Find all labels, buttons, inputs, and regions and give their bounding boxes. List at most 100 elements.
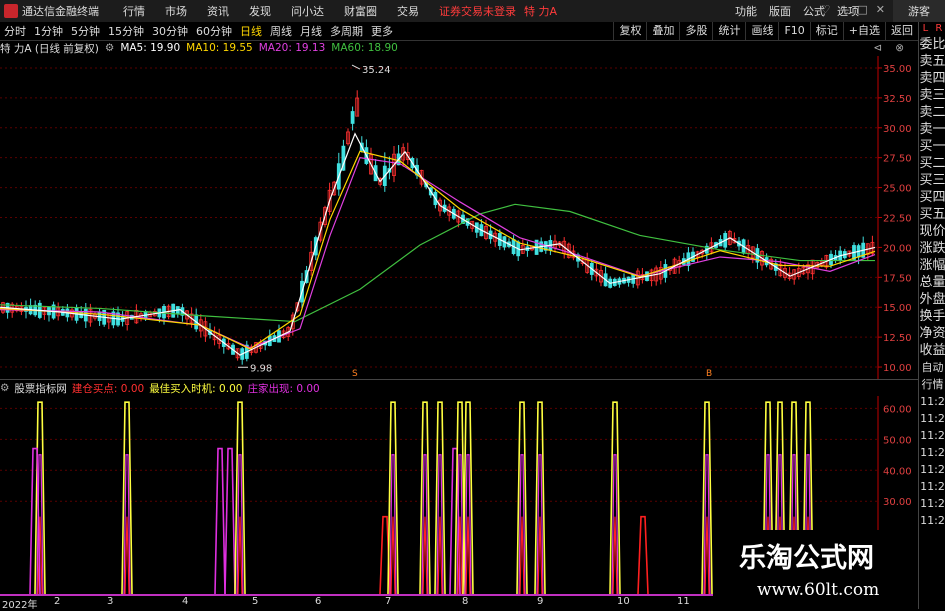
price-tick-label: 25.00 [883, 184, 912, 195]
quote-field-label: 11:2 [920, 497, 945, 510]
menu-zixun[interactable]: 资讯 [197, 3, 239, 19]
tab-daily[interactable]: 日线 [236, 23, 266, 39]
panel-l-tab[interactable]: L [923, 22, 929, 36]
ma60-label: MA60: 18.90 [331, 42, 398, 54]
huaxian-button[interactable]: 画线 [745, 22, 778, 40]
time-tick: 2 [54, 596, 61, 607]
back-button[interactable]: 返回 [885, 22, 918, 40]
menu-jiaoyi[interactable]: 交易 [387, 3, 429, 19]
indicator-spike [516, 401, 528, 594]
quote-field-label: 11:2 [920, 480, 945, 493]
indicator-tick-label: 30.00 [883, 497, 912, 508]
tab-60min[interactable]: 60分钟 [192, 23, 236, 39]
price-tick-label: 12.50 [883, 333, 912, 344]
watermark-url: www.60lt.com [757, 580, 880, 600]
indicator-spike-inner [704, 516, 710, 594]
indicator-spike [609, 401, 621, 594]
price-tick-label: 20.00 [883, 243, 912, 254]
indicator-spike-inner [612, 516, 618, 594]
close-icon[interactable]: ✕ [876, 3, 885, 16]
sell-marker: S [352, 369, 358, 379]
price-tick-label: 22.50 [883, 214, 912, 225]
diejia-button[interactable]: 叠加 [646, 22, 679, 40]
stock-title: 特 力A [524, 5, 558, 18]
tab-fenshi[interactable]: 分时 [0, 23, 30, 39]
indicator-spike-inner [390, 516, 396, 594]
tab-monthly[interactable]: 月线 [296, 23, 326, 39]
indicator-tick-label: 50.00 [883, 435, 912, 446]
quote-field-label: 买一 [919, 139, 945, 154]
price-info-bar: 特 力A (日线 前复权) ⚙ MA5: 19.90 MA10: 19.55 M… [0, 40, 918, 56]
menu-wenxiaoda[interactable]: 问小达 [281, 3, 334, 19]
quote-field-label: 卖二 [919, 105, 945, 120]
quote-field-label: 收益 [919, 343, 945, 358]
price-tick-label: 17.50 [883, 273, 912, 284]
quote-field-label: 11:2 [920, 429, 945, 442]
price-tick-label: 27.50 [883, 154, 912, 165]
time-tick: 10 [617, 596, 630, 607]
indicator-spike-inner [437, 516, 443, 594]
quote-field-label: 现价 [919, 224, 945, 239]
quote-field-label: 11:2 [920, 395, 945, 408]
minimize-icon[interactable]: — [838, 3, 849, 16]
biaoji-button[interactable]: 标记 [809, 22, 843, 40]
maximize-icon[interactable]: □ [857, 3, 867, 16]
guest-button[interactable]: 游客 [893, 0, 945, 22]
fuquan-button[interactable]: 复权 [613, 22, 646, 40]
indicator-spike-inner [465, 516, 471, 594]
f10-button[interactable]: F10 [778, 22, 809, 40]
indicator-spike [434, 401, 446, 594]
share-icon[interactable]: ⊲ [873, 42, 882, 54]
price-tick-label: 32.50 [883, 94, 912, 105]
indicator-tick-label: 60.00 [883, 404, 912, 415]
tab-30min[interactable]: 30分钟 [148, 23, 192, 39]
duogu-button[interactable]: 多股 [679, 22, 712, 40]
menu-hangqing[interactable]: 行情 [113, 3, 155, 19]
quote-field-label: 涨幅 [919, 258, 945, 273]
tab-15min[interactable]: 15分钟 [104, 23, 148, 39]
menu-shichang[interactable]: 市场 [155, 3, 197, 19]
quote-field-label: 11:2 [920, 412, 945, 425]
menu-banmian[interactable]: 版面 [763, 3, 797, 19]
add-watchlist-button[interactable]: +自选 [842, 22, 885, 40]
pin-icon[interactable]: ♡ [821, 3, 831, 16]
quote-field-label: 自动 [921, 361, 944, 374]
window-buttons: ♡ — □ ✕ [821, 3, 886, 16]
time-tick: 4 [182, 596, 189, 607]
indicator-settings-icon[interactable]: ⚙ [0, 382, 9, 394]
quote-field-label: 卖四 [919, 71, 945, 86]
quote-field-list: 委比 卖五 卖四 卖三 卖二 卖一 买一 买二 买三 买四 买五 现价 涨跌 涨幅 总量 外盘 换手 净资 收益 自动… [919, 36, 945, 529]
tab-more[interactable]: 更多 [367, 23, 397, 39]
quote-field-label: 净资 [919, 326, 945, 341]
tab-weekly[interactable]: 周线 [266, 23, 296, 39]
candlestick-chart[interactable]: 35.00 32.50 30.00 27.50 25.00 22.50 20.00 17.50… [0, 56, 918, 379]
close-chart-icon[interactable]: ⊗ [895, 42, 904, 54]
menu-faxian[interactable]: 发现 [239, 3, 281, 19]
time-tick: 3 [107, 596, 114, 607]
time-tick: 11 [677, 596, 690, 607]
quote-field-label: 行情 [921, 378, 944, 391]
candle-body [350, 111, 355, 124]
tab-multiperiod[interactable]: 多周期 [326, 23, 367, 39]
watermark-title: 乐淘公式网 [739, 543, 874, 574]
tab-1min[interactable]: 1分钟 [30, 23, 67, 39]
menu-caifuquan[interactable]: 财富圈 [334, 3, 387, 19]
quote-field-label: 买二 [919, 156, 945, 171]
indicator-spike [534, 401, 546, 594]
price-tick-label: 30.00 [883, 124, 912, 135]
indicator-a-label: 建仓买点: 0.00 [71, 382, 145, 395]
quote-field-label: 换手 [919, 309, 945, 324]
settings-icon[interactable]: ⚙ [105, 42, 114, 54]
login-notice[interactable]: 证券交易未登录 [439, 3, 516, 19]
time-tick: 5 [252, 596, 259, 607]
indicator-spike [701, 401, 713, 594]
panel-r-tab[interactable]: R [935, 22, 942, 36]
indicator-b-label: 最佳买入时机: 0.00 [149, 382, 243, 395]
menu-gongneng[interactable]: 功能 [729, 3, 763, 19]
tab-5min[interactable]: 5分钟 [67, 23, 104, 39]
high-price-label: 35.24 [362, 65, 391, 76]
indicator-spike [637, 515, 649, 594]
quote-field-label: 总量 [919, 275, 945, 290]
tongji-button[interactable]: 统计 [712, 22, 745, 40]
time-tick: 8 [462, 596, 469, 607]
